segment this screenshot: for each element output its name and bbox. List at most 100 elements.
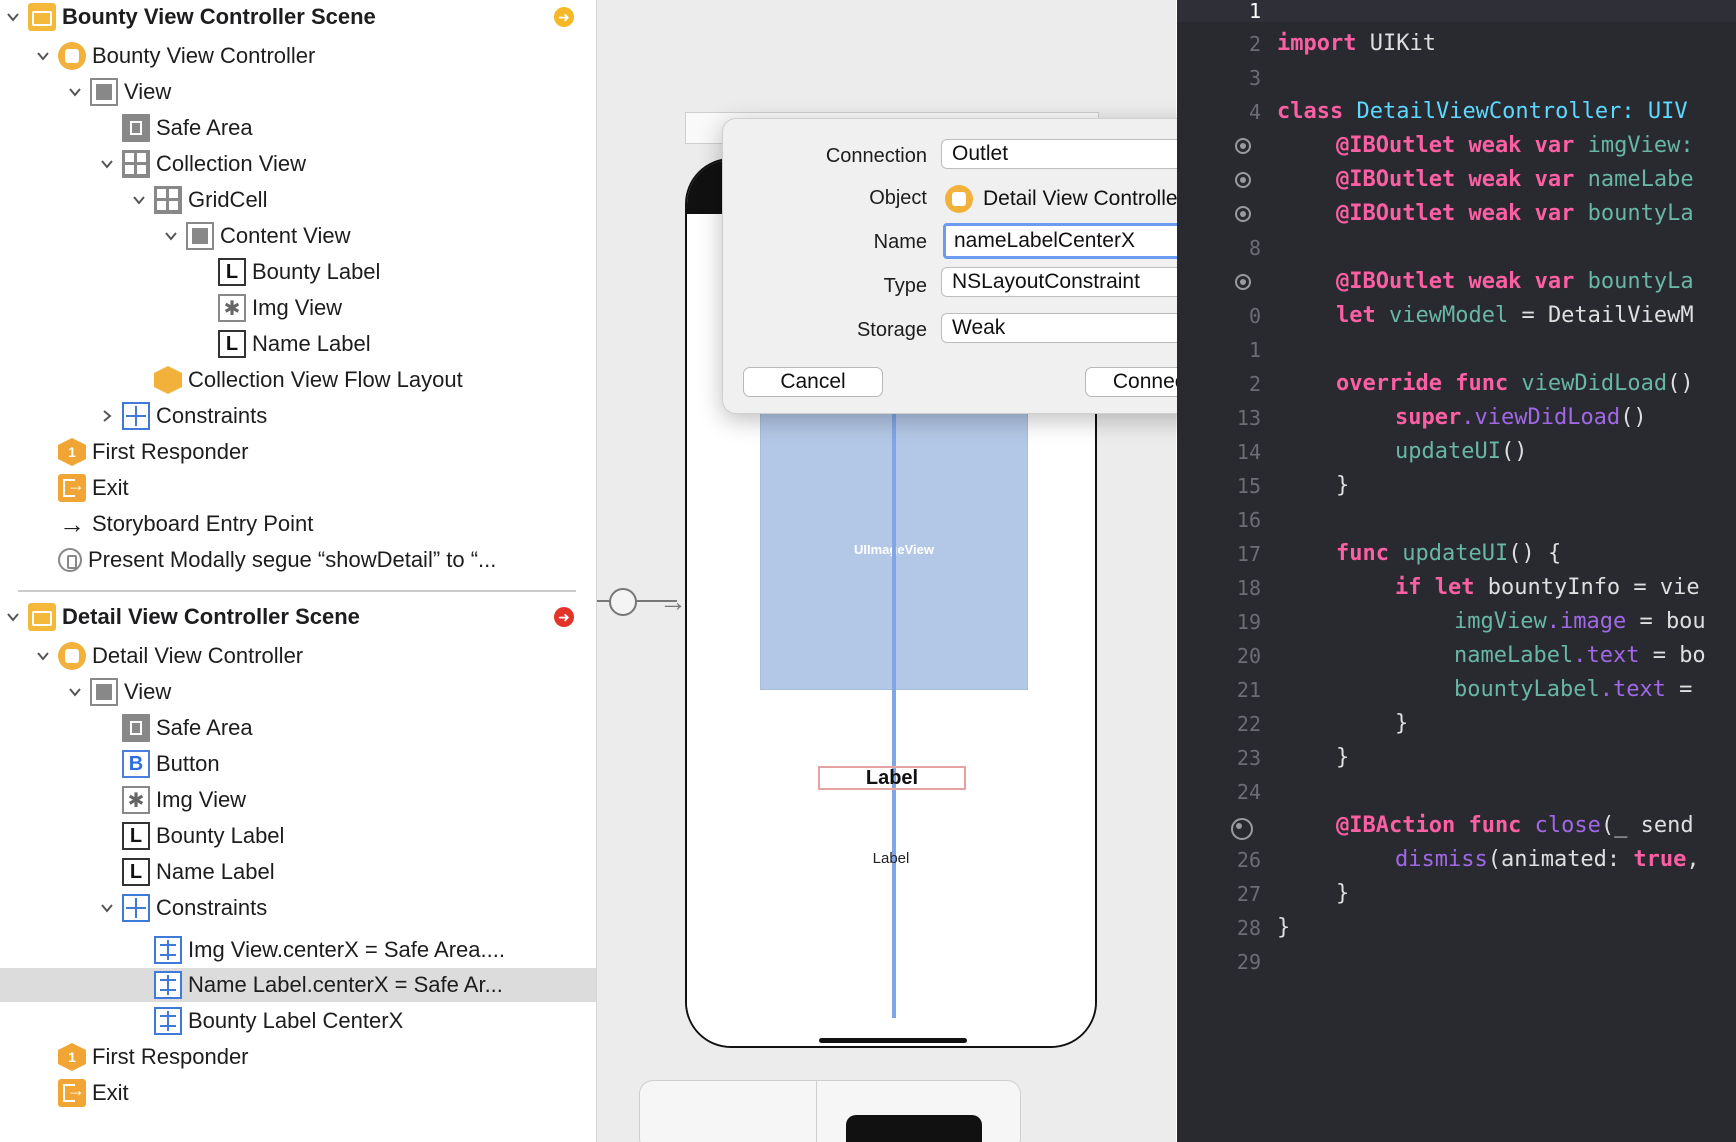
code-line[interactable]: 20 nameLabel.text = bo	[1177, 639, 1736, 673]
chevron-down-icon[interactable]	[66, 683, 84, 701]
centerx-constraint-line[interactable]	[892, 410, 896, 1018]
code-line[interactable]: 2 override func viewDidLoad()	[1177, 367, 1736, 401]
code-line[interactable]: 18 if let bountyInfo = vie	[1177, 571, 1736, 605]
canvas-bounty-label[interactable]: Label	[687, 850, 1095, 867]
code-line[interactable]: 16	[1177, 503, 1736, 537]
outline-scene-bounty[interactable]: Bounty View Controller Scene ➜	[0, 0, 596, 34]
chevron-down-icon[interactable]	[34, 47, 52, 65]
outline-item-content-view[interactable]: Content View	[0, 219, 596, 253]
safe-area-icon	[122, 114, 150, 142]
outline-item-safe-area[interactable]: Safe Area	[0, 111, 596, 145]
outline-item-button[interactable]: B Button	[0, 747, 596, 781]
document-outline: Bounty View Controller Scene ➜ Bounty Vi…	[0, 0, 597, 1142]
action-connection-icon[interactable]	[1231, 818, 1253, 840]
storage-label: Storage	[856, 319, 927, 341]
code-line[interactable]: @IBOutlet weak var imgView:	[1177, 129, 1736, 163]
image-view-icon: ✱	[218, 294, 246, 322]
code-line[interactable]: 19 imgView.image = bou	[1177, 605, 1736, 639]
segue-node-icon[interactable]	[609, 588, 637, 616]
object-label: Object	[869, 187, 927, 209]
outline-item-view[interactable]: View	[0, 75, 596, 109]
outlet-connection-icon[interactable]	[1235, 274, 1251, 290]
first-responder-icon: 1	[58, 1043, 86, 1071]
outline-item-view[interactable]: View	[0, 675, 596, 709]
code-line[interactable]: 21 bountyLabel.text =	[1177, 673, 1736, 707]
chevron-down-icon[interactable]	[130, 191, 148, 209]
code-line[interactable]: 0 let viewModel = DetailViewM	[1177, 299, 1736, 333]
chevron-down-icon[interactable]	[162, 227, 180, 245]
canvas-name-label[interactable]: Label	[818, 766, 966, 790]
code-line[interactable]: 8	[1177, 231, 1736, 265]
view-icon	[186, 222, 214, 250]
code-line[interactable]: 1	[1177, 333, 1736, 367]
code-line[interactable]: 26 dismiss(animated: true,	[1177, 843, 1736, 877]
outline-item-constraints[interactable]: Constraints	[0, 891, 596, 925]
code-line[interactable]: 28}	[1177, 911, 1736, 945]
code-line[interactable]: 17 func updateUI() {	[1177, 537, 1736, 571]
code-line[interactable]: @IBOutlet weak var nameLabe	[1177, 163, 1736, 197]
chevron-right-icon[interactable]	[98, 407, 116, 425]
code-line[interactable]: 3	[1177, 61, 1736, 95]
code-line[interactable]: @IBOutlet weak var bountyLa	[1177, 197, 1736, 231]
outline-item-constraints[interactable]: Constraints	[0, 399, 596, 433]
outline-item-exit[interactable]: Exit	[0, 1076, 596, 1110]
outline-item-constraint-namelabel-centerx[interactable]: Name Label.centerX = Safe Ar...	[0, 968, 596, 1002]
entry-arrow-icon: →	[59, 508, 85, 539]
outline-item-bounty-label[interactable]: L Bounty Label	[0, 255, 596, 289]
home-indicator	[819, 1038, 967, 1043]
code-line[interactable]: 24	[1177, 775, 1736, 809]
outline-item-flow-layout[interactable]: Collection View Flow Layout	[0, 363, 596, 397]
outlet-connection-icon[interactable]	[1235, 206, 1251, 222]
scene-divider	[18, 590, 576, 592]
chevron-down-icon[interactable]	[4, 8, 22, 26]
exit-icon	[58, 1079, 86, 1107]
outline-item-bounty-view-controller[interactable]: Bounty View Controller	[0, 39, 596, 73]
code-line[interactable]: 23}	[1177, 741, 1736, 775]
outline-item-storyboard-entry-point[interactable]: → Storyboard Entry Point	[0, 507, 596, 541]
chevron-down-icon[interactable]	[4, 608, 22, 626]
code-line[interactable]: 2 import UIKit	[1177, 27, 1736, 61]
outline-item-bounty-label[interactable]: L Bounty Label	[0, 819, 596, 853]
scene-icon	[28, 603, 56, 631]
assistant-code-editor[interactable]: 1 2 import UIKit 3 4 class DetailViewContr…	[1177, 0, 1736, 1142]
code-line[interactable]: 27}	[1177, 877, 1736, 911]
image-view-icon: ✱	[122, 786, 150, 814]
outline-item-segue[interactable]: Present Modally segue “showDetail” to “.…	[0, 543, 596, 577]
outline-item-gridcell[interactable]: GridCell	[0, 183, 596, 217]
code-line[interactable]: 15}	[1177, 469, 1736, 503]
outlet-connection-icon[interactable]	[1235, 172, 1251, 188]
outline-item-name-label[interactable]: L Name Label	[0, 855, 596, 889]
outline-scene-detail[interactable]: Detail View Controller Scene ➜	[0, 600, 596, 634]
code-line[interactable]: @IBAction func close(_ send	[1177, 809, 1736, 843]
outline-item-constraint-imgview-centerx[interactable]: Img View.centerX = Safe Area....	[0, 933, 596, 967]
chevron-down-icon[interactable]	[98, 155, 116, 173]
outline-item-name-label[interactable]: L Name Label	[0, 327, 596, 361]
cancel-button[interactable]: Cancel	[743, 367, 883, 397]
chevron-down-icon[interactable]	[98, 899, 116, 917]
outline-item-img-view[interactable]: ✱ Img View	[0, 783, 596, 817]
outline-item-collection-view[interactable]: Collection View	[0, 147, 596, 181]
exit-icon	[58, 474, 86, 502]
scene-warning-arrow-icon[interactable]: ➜	[554, 607, 574, 627]
outline-item-constraint-bountylabel-centerx[interactable]: Bounty Label CenterX	[0, 1004, 596, 1038]
canvas-thumbnail-strip	[639, 1080, 1021, 1142]
scene-status-arrow-icon[interactable]: ➜	[554, 7, 574, 27]
outline-item-exit[interactable]: Exit	[0, 471, 596, 505]
type-label: Type	[883, 275, 927, 297]
outline-item-first-responder[interactable]: 1 First Responder	[0, 435, 596, 469]
outline-item-detail-view-controller[interactable]: Detail View Controller	[0, 639, 596, 673]
safe-area-icon	[122, 714, 150, 742]
outline-item-img-view[interactable]: ✱ Img View	[0, 291, 596, 325]
outline-item-first-responder[interactable]: 1 First Responder	[0, 1040, 596, 1074]
code-line[interactable]: @IBOutlet weak var bountyLa	[1177, 265, 1736, 299]
outline-item-safe-area[interactable]: Safe Area	[0, 711, 596, 745]
outlet-connection-icon[interactable]	[1235, 138, 1251, 154]
code-line[interactable]: 4 class DetailViewController: UIV	[1177, 95, 1736, 129]
code-line[interactable]: 14 updateUI()	[1177, 435, 1736, 469]
code-line[interactable]: 29	[1177, 945, 1736, 979]
chevron-down-icon[interactable]	[34, 647, 52, 665]
code-line[interactable]: 13 super.viewDidLoad()	[1177, 401, 1736, 435]
code-line[interactable]: 1	[1177, 0, 1736, 28]
code-line[interactable]: 22}	[1177, 707, 1736, 741]
chevron-down-icon[interactable]	[66, 83, 84, 101]
